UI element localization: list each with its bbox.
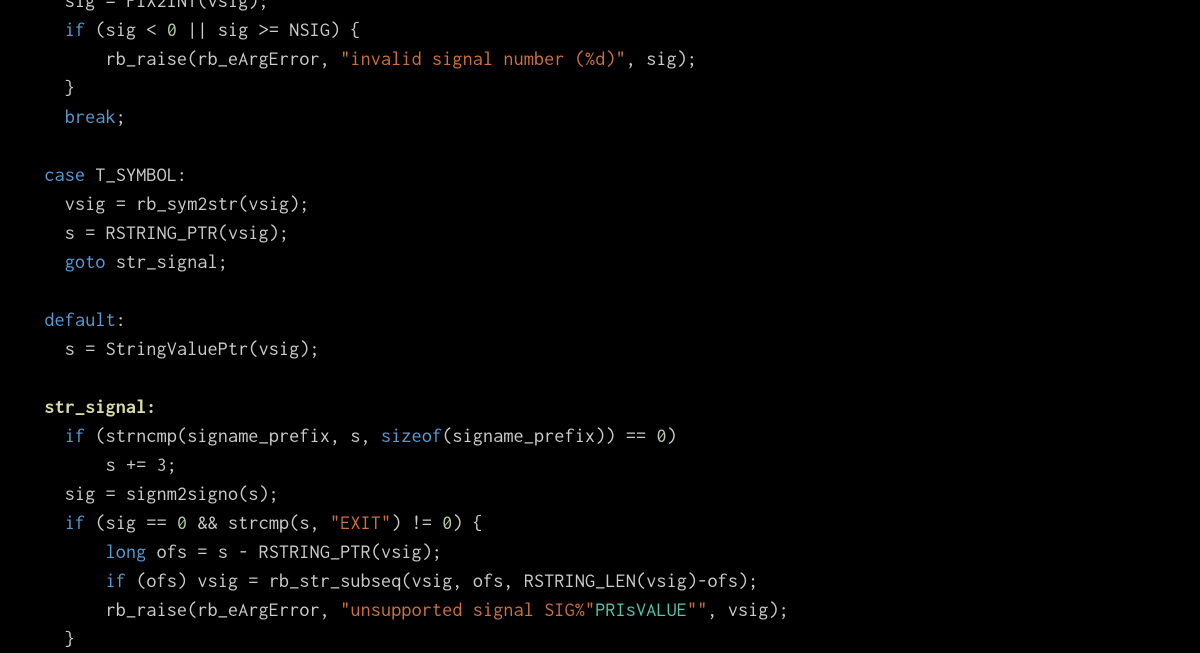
label-str-signal: str_signal:: [44, 396, 156, 417]
code-line: sig: [24, 0, 106, 11]
code-block: sig = FIX2INT(vsig); if (sig < 0 || sig …: [0, 0, 1200, 653]
